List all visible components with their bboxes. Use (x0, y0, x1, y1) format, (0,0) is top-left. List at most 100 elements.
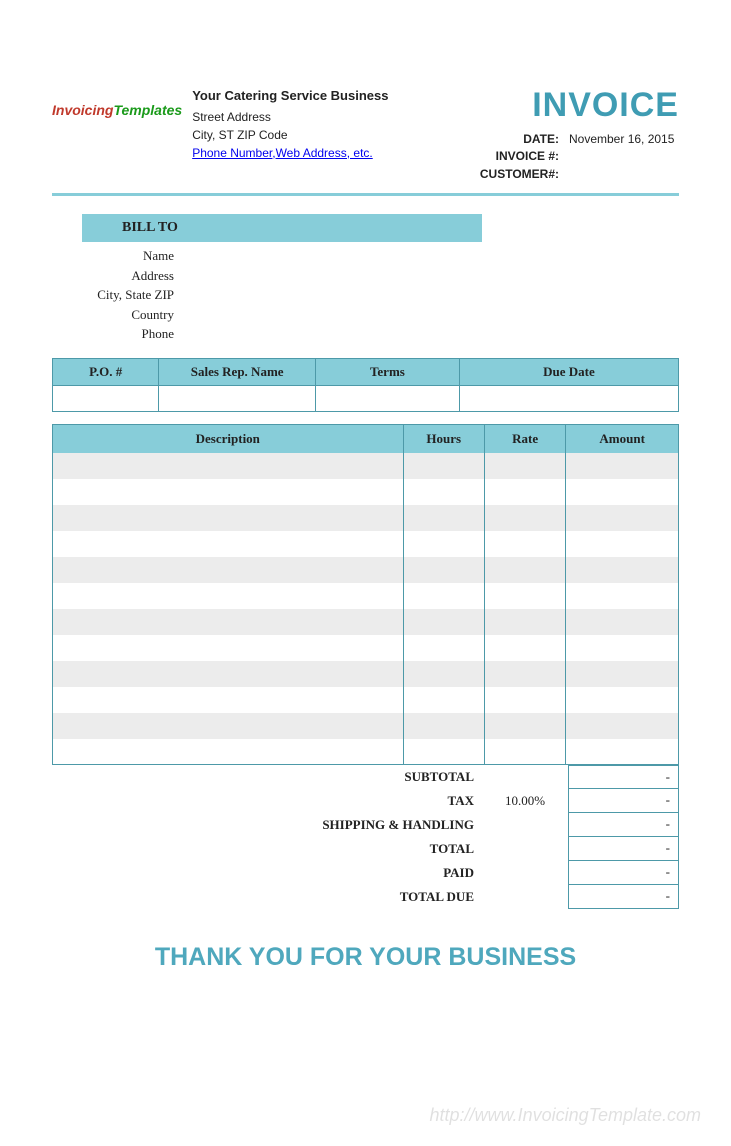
line-item-cell[interactable] (403, 635, 484, 661)
billto-country-label: Country (52, 305, 174, 325)
po-header: P.O. # (53, 358, 159, 385)
line-item-cell[interactable] (566, 635, 679, 661)
header-divider (52, 193, 679, 196)
company-name: Your Catering Service Business (192, 86, 388, 106)
line-item-cell[interactable] (53, 531, 404, 557)
totals-block: SUBTOTAL - TAX 10.00% - SHIPPING & HANDL… (52, 765, 679, 909)
line-item-cell[interactable] (53, 583, 404, 609)
desc-header: Description (53, 424, 404, 453)
line-item-cell[interactable] (566, 453, 679, 479)
salesrep-header: Sales Rep. Name (159, 358, 316, 385)
line-item-cell[interactable] (403, 453, 484, 479)
line-item-cell[interactable] (484, 557, 565, 583)
date-label: DATE: (464, 131, 559, 148)
line-item-cell[interactable] (484, 453, 565, 479)
billto-phone-label: Phone (52, 324, 174, 344)
line-item-cell[interactable] (566, 531, 679, 557)
line-item-cell[interactable] (403, 557, 484, 583)
po-cell[interactable] (53, 385, 159, 411)
table-row (53, 505, 679, 531)
line-item-cell[interactable] (566, 557, 679, 583)
table-row (53, 635, 679, 661)
hours-header: Hours (403, 424, 484, 453)
line-item-cell[interactable] (484, 661, 565, 687)
company-block: Your Catering Service Business Street Ad… (192, 86, 388, 183)
line-item-cell[interactable] (403, 713, 484, 739)
billto-name-label: Name (52, 246, 174, 266)
line-item-cell[interactable] (566, 713, 679, 739)
rate-header: Rate (484, 424, 565, 453)
line-item-cell[interactable] (53, 635, 404, 661)
line-item-cell[interactable] (403, 505, 484, 531)
header: InvoicingTemplates Your Catering Service… (52, 86, 679, 183)
line-item-cell[interactable] (53, 739, 404, 765)
line-item-cell[interactable] (484, 713, 565, 739)
billto-heading: BILL TO (82, 214, 482, 242)
line-item-cell[interactable] (53, 609, 404, 635)
line-item-cell[interactable] (566, 479, 679, 505)
line-item-cell[interactable] (566, 609, 679, 635)
billto-citystate-label: City, State ZIP (52, 285, 174, 305)
line-item-cell[interactable] (484, 531, 565, 557)
table-row (53, 739, 679, 765)
billto-address-label: Address (52, 266, 174, 286)
line-item-cell[interactable] (53, 505, 404, 531)
line-item-cell[interactable] (484, 583, 565, 609)
date-value: November 16, 2015 (569, 131, 679, 148)
line-item-cell[interactable] (484, 635, 565, 661)
line-item-cell[interactable] (484, 609, 565, 635)
logo-part1: Invoicing (52, 102, 113, 118)
line-item-cell[interactable] (53, 661, 404, 687)
total-label: TOTAL (322, 841, 482, 857)
invnum-value (569, 148, 679, 165)
line-item-cell[interactable] (403, 661, 484, 687)
table-row (53, 385, 679, 411)
table-row (53, 687, 679, 713)
invoice-title: INVOICE (464, 86, 679, 125)
line-item-cell[interactable] (403, 739, 484, 765)
cust-label: CUSTOMER#: (464, 166, 559, 183)
invoice-meta: DATE: November 16, 2015 INVOICE #: CUSTOM… (464, 131, 679, 183)
thank-you-message: THANK YOU FOR YOUR BUSINESS (52, 943, 679, 972)
duedate-cell[interactable] (459, 385, 678, 411)
table-row (53, 479, 679, 505)
logo-part2: Templates (113, 102, 182, 118)
line-item-cell[interactable] (566, 583, 679, 609)
amount-header: Amount (566, 424, 679, 453)
terms-header: Terms (315, 358, 459, 385)
invnum-label: INVOICE #: (464, 148, 559, 165)
watermark: http://www.InvoicingTemplate.com (430, 1105, 701, 1126)
line-item-cell[interactable] (484, 687, 565, 713)
line-item-cell[interactable] (403, 479, 484, 505)
line-item-cell[interactable] (53, 479, 404, 505)
total-value: - (568, 837, 679, 861)
salesrep-cell[interactable] (159, 385, 316, 411)
line-item-cell[interactable] (566, 739, 679, 765)
line-item-cell[interactable] (566, 661, 679, 687)
line-item-cell[interactable] (53, 687, 404, 713)
ship-value: - (568, 813, 679, 837)
duedate-header: Due Date (459, 358, 678, 385)
line-item-cell[interactable] (53, 713, 404, 739)
line-item-cell[interactable] (403, 609, 484, 635)
line-items-table: Description Hours Rate Amount (52, 424, 679, 766)
tax-value: - (568, 789, 679, 813)
table-row (53, 531, 679, 557)
terms-cell[interactable] (315, 385, 459, 411)
line-item-cell[interactable] (53, 453, 404, 479)
company-contact-link[interactable]: Phone Number,Web Address, etc. (192, 144, 388, 162)
line-item-cell[interactable] (403, 531, 484, 557)
table-row (53, 661, 679, 687)
line-item-cell[interactable] (484, 739, 565, 765)
company-street: Street Address (192, 108, 388, 126)
line-item-cell[interactable] (484, 505, 565, 531)
line-item-cell[interactable] (403, 583, 484, 609)
due-label: TOTAL DUE (322, 889, 482, 905)
table-row (53, 557, 679, 583)
line-item-cell[interactable] (403, 687, 484, 713)
table-row (53, 609, 679, 635)
line-item-cell[interactable] (53, 557, 404, 583)
line-item-cell[interactable] (566, 505, 679, 531)
line-item-cell[interactable] (566, 687, 679, 713)
line-item-cell[interactable] (484, 479, 565, 505)
